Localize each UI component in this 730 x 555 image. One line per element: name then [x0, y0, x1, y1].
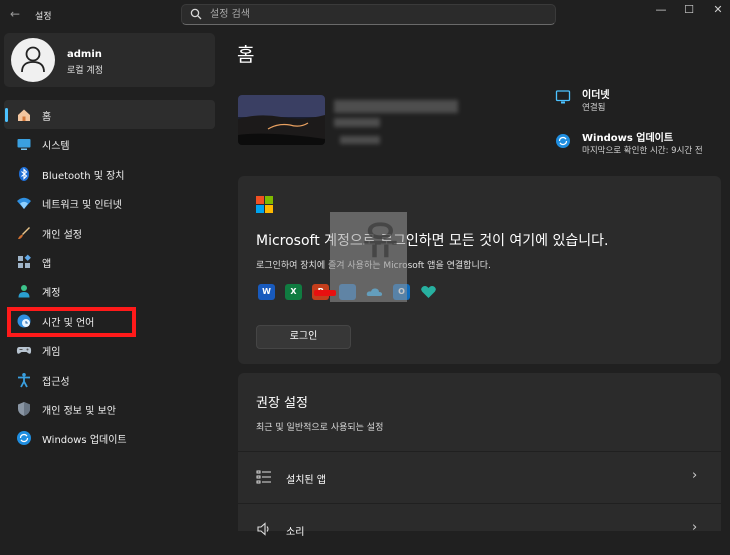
sidebar-item-system[interactable]: 시스템 — [4, 129, 215, 158]
sidebar-nav: 홈 시스템 Bluetooth 및 장치 네트워크 및 인터넷 개인 설정 앱 — [4, 100, 215, 453]
sidebar-item-bluetooth[interactable]: Bluetooth 및 장치 — [4, 159, 215, 188]
excel-icon: X — [285, 284, 302, 300]
redacted-device-name — [334, 100, 458, 113]
accessibility-icon — [18, 372, 30, 387]
person-icon — [21, 46, 45, 73]
list-icon — [256, 470, 271, 484]
redacted-device-model — [334, 118, 380, 127]
windows-update-title[interactable]: Windows 업데이트 — [582, 129, 673, 144]
update-icon — [17, 431, 31, 446]
close-button[interactable]: ✕ — [707, 3, 729, 17]
recommended-title: 권장 설정 — [256, 396, 308, 411]
apps-icon — [18, 254, 31, 268]
sidebar-item-accessibility[interactable]: 접근성 — [4, 365, 215, 394]
word-icon: W — [258, 284, 275, 300]
wifi-icon — [17, 197, 31, 210]
sidebar-item-apps[interactable]: 앱 — [4, 247, 215, 276]
user-name: admin — [67, 49, 102, 60]
watermark-overlay: 유 — [330, 212, 407, 302]
selection-indicator — [5, 108, 8, 122]
wallpaper-image — [238, 95, 325, 145]
sidebar-item-label: 홈 — [42, 112, 52, 123]
recommended-item-sound[interactable]: 소리 › — [238, 503, 721, 555]
recommended-item-label: 설치된 앱 — [286, 475, 326, 486]
sidebar-item-accounts[interactable]: 계정 — [4, 276, 215, 305]
microsoft-logo-icon — [256, 196, 273, 213]
sidebar-item-label: 앱 — [42, 258, 52, 270]
sidebar-item-privacy-security[interactable]: 개인 정보 및 보안 — [4, 394, 215, 423]
family-icon — [420, 284, 437, 300]
redacted-device-detail — [340, 136, 380, 144]
gamepad-icon — [16, 347, 32, 354]
back-button[interactable]: ← — [10, 7, 20, 21]
windows-update-status: 마지막으로 확인한 시간: 9시간 전 — [582, 146, 703, 156]
recommended-item-installed-apps[interactable]: 설치된 앱 › — [238, 451, 721, 503]
sidebar-item-label: 접근성 — [42, 376, 70, 388]
update-icon — [556, 134, 570, 148]
person-icon — [18, 285, 30, 298]
sidebar-item-windows-update[interactable]: Windows 업데이트 — [4, 423, 215, 452]
ms-card-heading: Microsoft 계정으로 로그인하면 모든 것이 여기에 있습니다. — [256, 233, 609, 249]
user-account-card[interactable]: admin 로컬 계정 — [4, 33, 215, 87]
minimize-button[interactable]: — — [650, 3, 672, 17]
home-icon — [18, 109, 30, 121]
page-title: 홈 — [237, 44, 255, 66]
sidebar-item-label: Windows 업데이트 — [42, 435, 127, 447]
search-icon — [190, 8, 202, 20]
sidebar-item-personalization[interactable]: 개인 설정 — [4, 218, 215, 247]
sidebar-item-label: 네트워크 및 인터넷 — [42, 200, 122, 212]
monitor-icon — [17, 139, 31, 151]
sidebar-item-label: 게임 — [42, 347, 61, 359]
sidebar-item-network[interactable]: 네트워크 및 인터넷 — [4, 188, 215, 217]
sidebar-item-home[interactable]: 홈 — [4, 100, 215, 130]
sidebar-item-label: 시스템 — [42, 141, 70, 153]
search-input[interactable] — [210, 7, 530, 22]
red-annotation-mark — [314, 290, 336, 296]
login-button[interactable]: 로그인 — [256, 325, 351, 349]
shield-icon — [18, 401, 30, 416]
app-title: 설정 — [35, 12, 52, 22]
sidebar-item-label: 개인 설정 — [42, 229, 82, 241]
sidebar-item-gaming[interactable]: 게임 — [4, 335, 215, 364]
search-box[interactable] — [181, 4, 556, 25]
microsoft-account-card: Microsoft 계정으로 로그인하면 모든 것이 여기에 있습니다. 로그인… — [238, 176, 721, 364]
maximize-button[interactable]: ☐ — [678, 3, 700, 17]
ethernet-status: 연결됨 — [582, 103, 606, 113]
speaker-icon — [257, 522, 269, 536]
sidebar-item-label: 개인 정보 및 보안 — [42, 405, 116, 417]
account-type: 로컬 계정 — [67, 66, 103, 76]
ethernet-icon — [555, 90, 571, 104]
highlight-box — [7, 307, 136, 337]
bluetooth-icon — [19, 166, 29, 181]
ethernet-title[interactable]: 이더넷 — [582, 86, 610, 101]
brush-icon — [18, 226, 30, 239]
chevron-right-icon: › — [692, 520, 698, 535]
avatar — [11, 38, 55, 82]
chevron-right-icon: › — [692, 468, 698, 483]
device-wallpaper-thumbnail[interactable] — [238, 95, 325, 145]
sidebar-item-label: 계정 — [42, 288, 61, 300]
recommended-subtitle: 최근 및 일반적으로 사용되는 설정 — [256, 423, 384, 433]
recommended-settings-card: 권장 설정 최근 및 일반적으로 사용되는 설정 설치된 앱 › 소리 › — [238, 373, 721, 538]
sidebar-item-label: Bluetooth 및 장치 — [42, 170, 125, 182]
title-bar: ← 설정 — ☐ ✕ — [0, 0, 730, 30]
